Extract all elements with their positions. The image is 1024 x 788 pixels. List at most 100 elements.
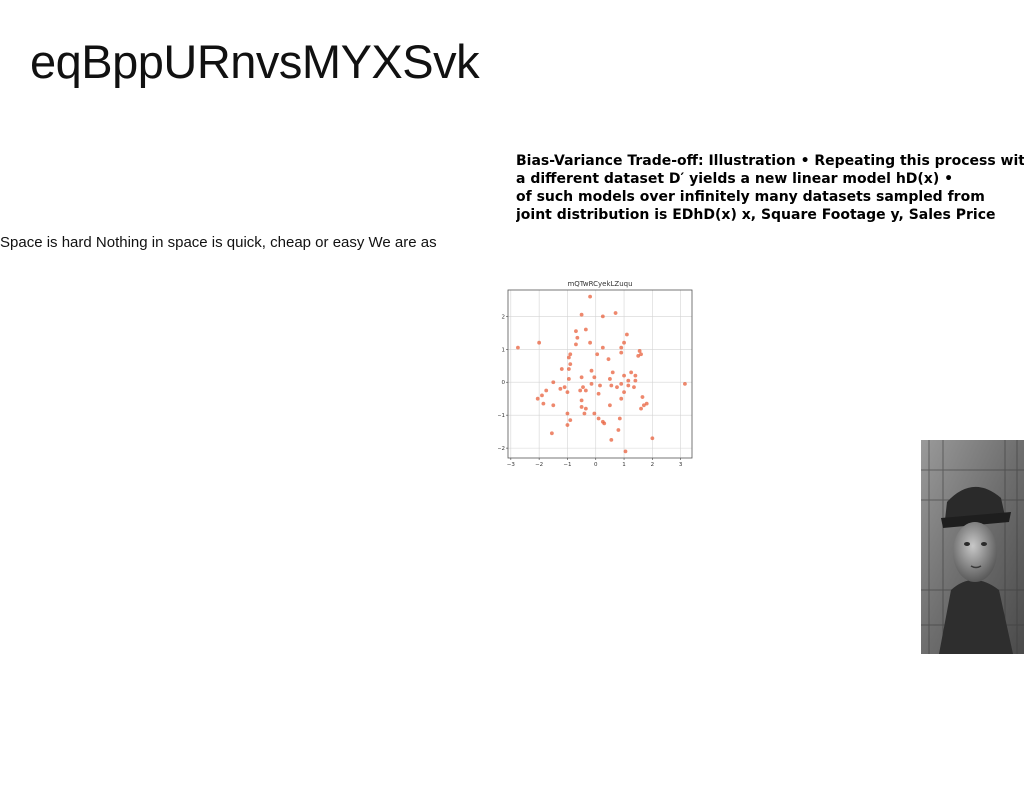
scatter-point	[600, 345, 605, 350]
scatter-point	[626, 378, 631, 383]
scatter-point	[551, 380, 556, 385]
scatter-point	[565, 411, 570, 416]
scatter-point	[582, 411, 587, 416]
scatter-point	[683, 381, 687, 386]
x-tick-label: 3	[679, 462, 683, 468]
scatter-point	[641, 403, 646, 408]
scatter-point	[639, 406, 643, 411]
scatter-point	[633, 378, 638, 383]
scatter-point	[600, 314, 605, 319]
chart-title: mQTwRCyekLZuqu	[567, 280, 632, 288]
scatter-point	[540, 393, 544, 398]
scatter-point	[632, 385, 636, 390]
scatter-point	[622, 390, 626, 395]
scatter-point	[579, 312, 584, 317]
chart-ticks: −3 −2 −1 0 1 2 3 −2 −1 0 1 2	[498, 314, 683, 468]
scatter-point	[596, 391, 601, 396]
scatter-point	[608, 377, 612, 381]
heading-line-3: of such models over infinitely many data…	[516, 189, 985, 205]
scatter-point	[537, 340, 542, 345]
scatter-point	[516, 345, 520, 350]
scatter-point	[575, 335, 580, 340]
scatter-point	[624, 332, 629, 337]
scatter-point	[566, 377, 571, 381]
scatter-point	[566, 367, 571, 371]
scatter-point	[608, 403, 612, 408]
scatter-point	[568, 352, 573, 357]
y-tick-label: −2	[498, 446, 505, 452]
scatter-point	[626, 383, 631, 388]
scatter-point	[592, 375, 597, 380]
scatter-point	[613, 311, 618, 315]
x-tick-label: −2	[535, 462, 543, 468]
scatter-point	[565, 390, 570, 395]
scatter-point	[622, 340, 626, 345]
scatter-point	[615, 385, 619, 390]
scatter-chart: mQTwRCyekLZuqu −3 −2 −1 0 1 2 3 −2 −1 0 1 2	[498, 276, 702, 472]
body-text: Space is hard Nothing in space is quick,…	[0, 234, 437, 251]
scatter-point	[588, 294, 592, 299]
scatter-point	[581, 385, 585, 390]
scatter-point	[574, 329, 578, 334]
scatter-point	[559, 367, 564, 371]
scatter-point	[619, 381, 624, 386]
chart-grid	[508, 290, 692, 458]
scatter-point	[609, 383, 614, 388]
scatter-point	[535, 396, 540, 401]
grayscale-portrait-photo-icon	[921, 440, 1024, 654]
scatter-point	[619, 396, 624, 401]
scatter-point	[606, 357, 611, 362]
x-tick-label: 0	[594, 462, 598, 468]
scatter-point	[558, 386, 563, 391]
scatter-point	[602, 421, 607, 426]
scatter-point	[541, 401, 546, 406]
scatter-point	[598, 383, 602, 388]
scatter-point	[583, 406, 588, 411]
scatter-point	[589, 381, 594, 386]
scatter-point	[565, 423, 570, 427]
y-tick-label: 2	[502, 314, 506, 320]
scatter-point	[622, 373, 626, 378]
x-tick-label: −3	[507, 462, 516, 468]
scatter-point	[595, 352, 600, 357]
page-title: eqBppURnvsMYXSvk	[30, 35, 480, 88]
scatter-point	[596, 416, 601, 421]
scatter-point	[583, 388, 588, 393]
scatter-point	[610, 370, 615, 375]
scatter-point	[551, 403, 556, 408]
scatter-point	[562, 385, 567, 390]
scatter-point	[609, 437, 614, 442]
portrait-photo	[921, 440, 1024, 654]
scatter-chart-svg: mQTwRCyekLZuqu −3 −2 −1 0 1 2 3 −2 −1 0 1 2	[498, 280, 693, 468]
scatter-point	[637, 349, 642, 353]
scatter-point	[544, 388, 549, 393]
x-tick-label: 2	[651, 462, 655, 468]
scatter-point	[650, 436, 655, 441]
scatter-point	[579, 375, 584, 380]
y-tick-label: 0	[502, 380, 506, 386]
chart-plot-frame	[507, 289, 693, 459]
y-tick-label: −1	[498, 413, 505, 419]
scatter-point	[579, 398, 584, 403]
heading-line-2: a different dataset D′ yields a new line…	[516, 171, 954, 187]
scatter-point	[566, 355, 571, 360]
y-tick-label: 1	[502, 347, 506, 353]
scatter-point	[583, 327, 588, 332]
scatter-point	[617, 416, 622, 421]
scatter-point	[568, 362, 573, 367]
scatter-point	[619, 345, 624, 350]
scatter-point	[549, 431, 554, 436]
x-tick-label: −1	[563, 462, 571, 468]
slide-heading: Bias-Variance Trade-off: Illustration • …	[516, 152, 1024, 224]
scatter-point	[619, 350, 624, 355]
scatter-point	[623, 449, 628, 454]
x-tick-label: 1	[622, 462, 626, 468]
heading-line-1: Bias-Variance Trade-off: Illustration • …	[516, 153, 1024, 169]
scatter-point	[579, 405, 584, 409]
heading-line-4: joint distribution is EDhD(x) x, Square …	[516, 207, 996, 223]
scatter-point	[588, 340, 592, 345]
scatter-point	[636, 353, 641, 358]
chart-points	[516, 294, 687, 454]
scatter-point	[629, 370, 634, 375]
scatter-point	[589, 368, 594, 373]
